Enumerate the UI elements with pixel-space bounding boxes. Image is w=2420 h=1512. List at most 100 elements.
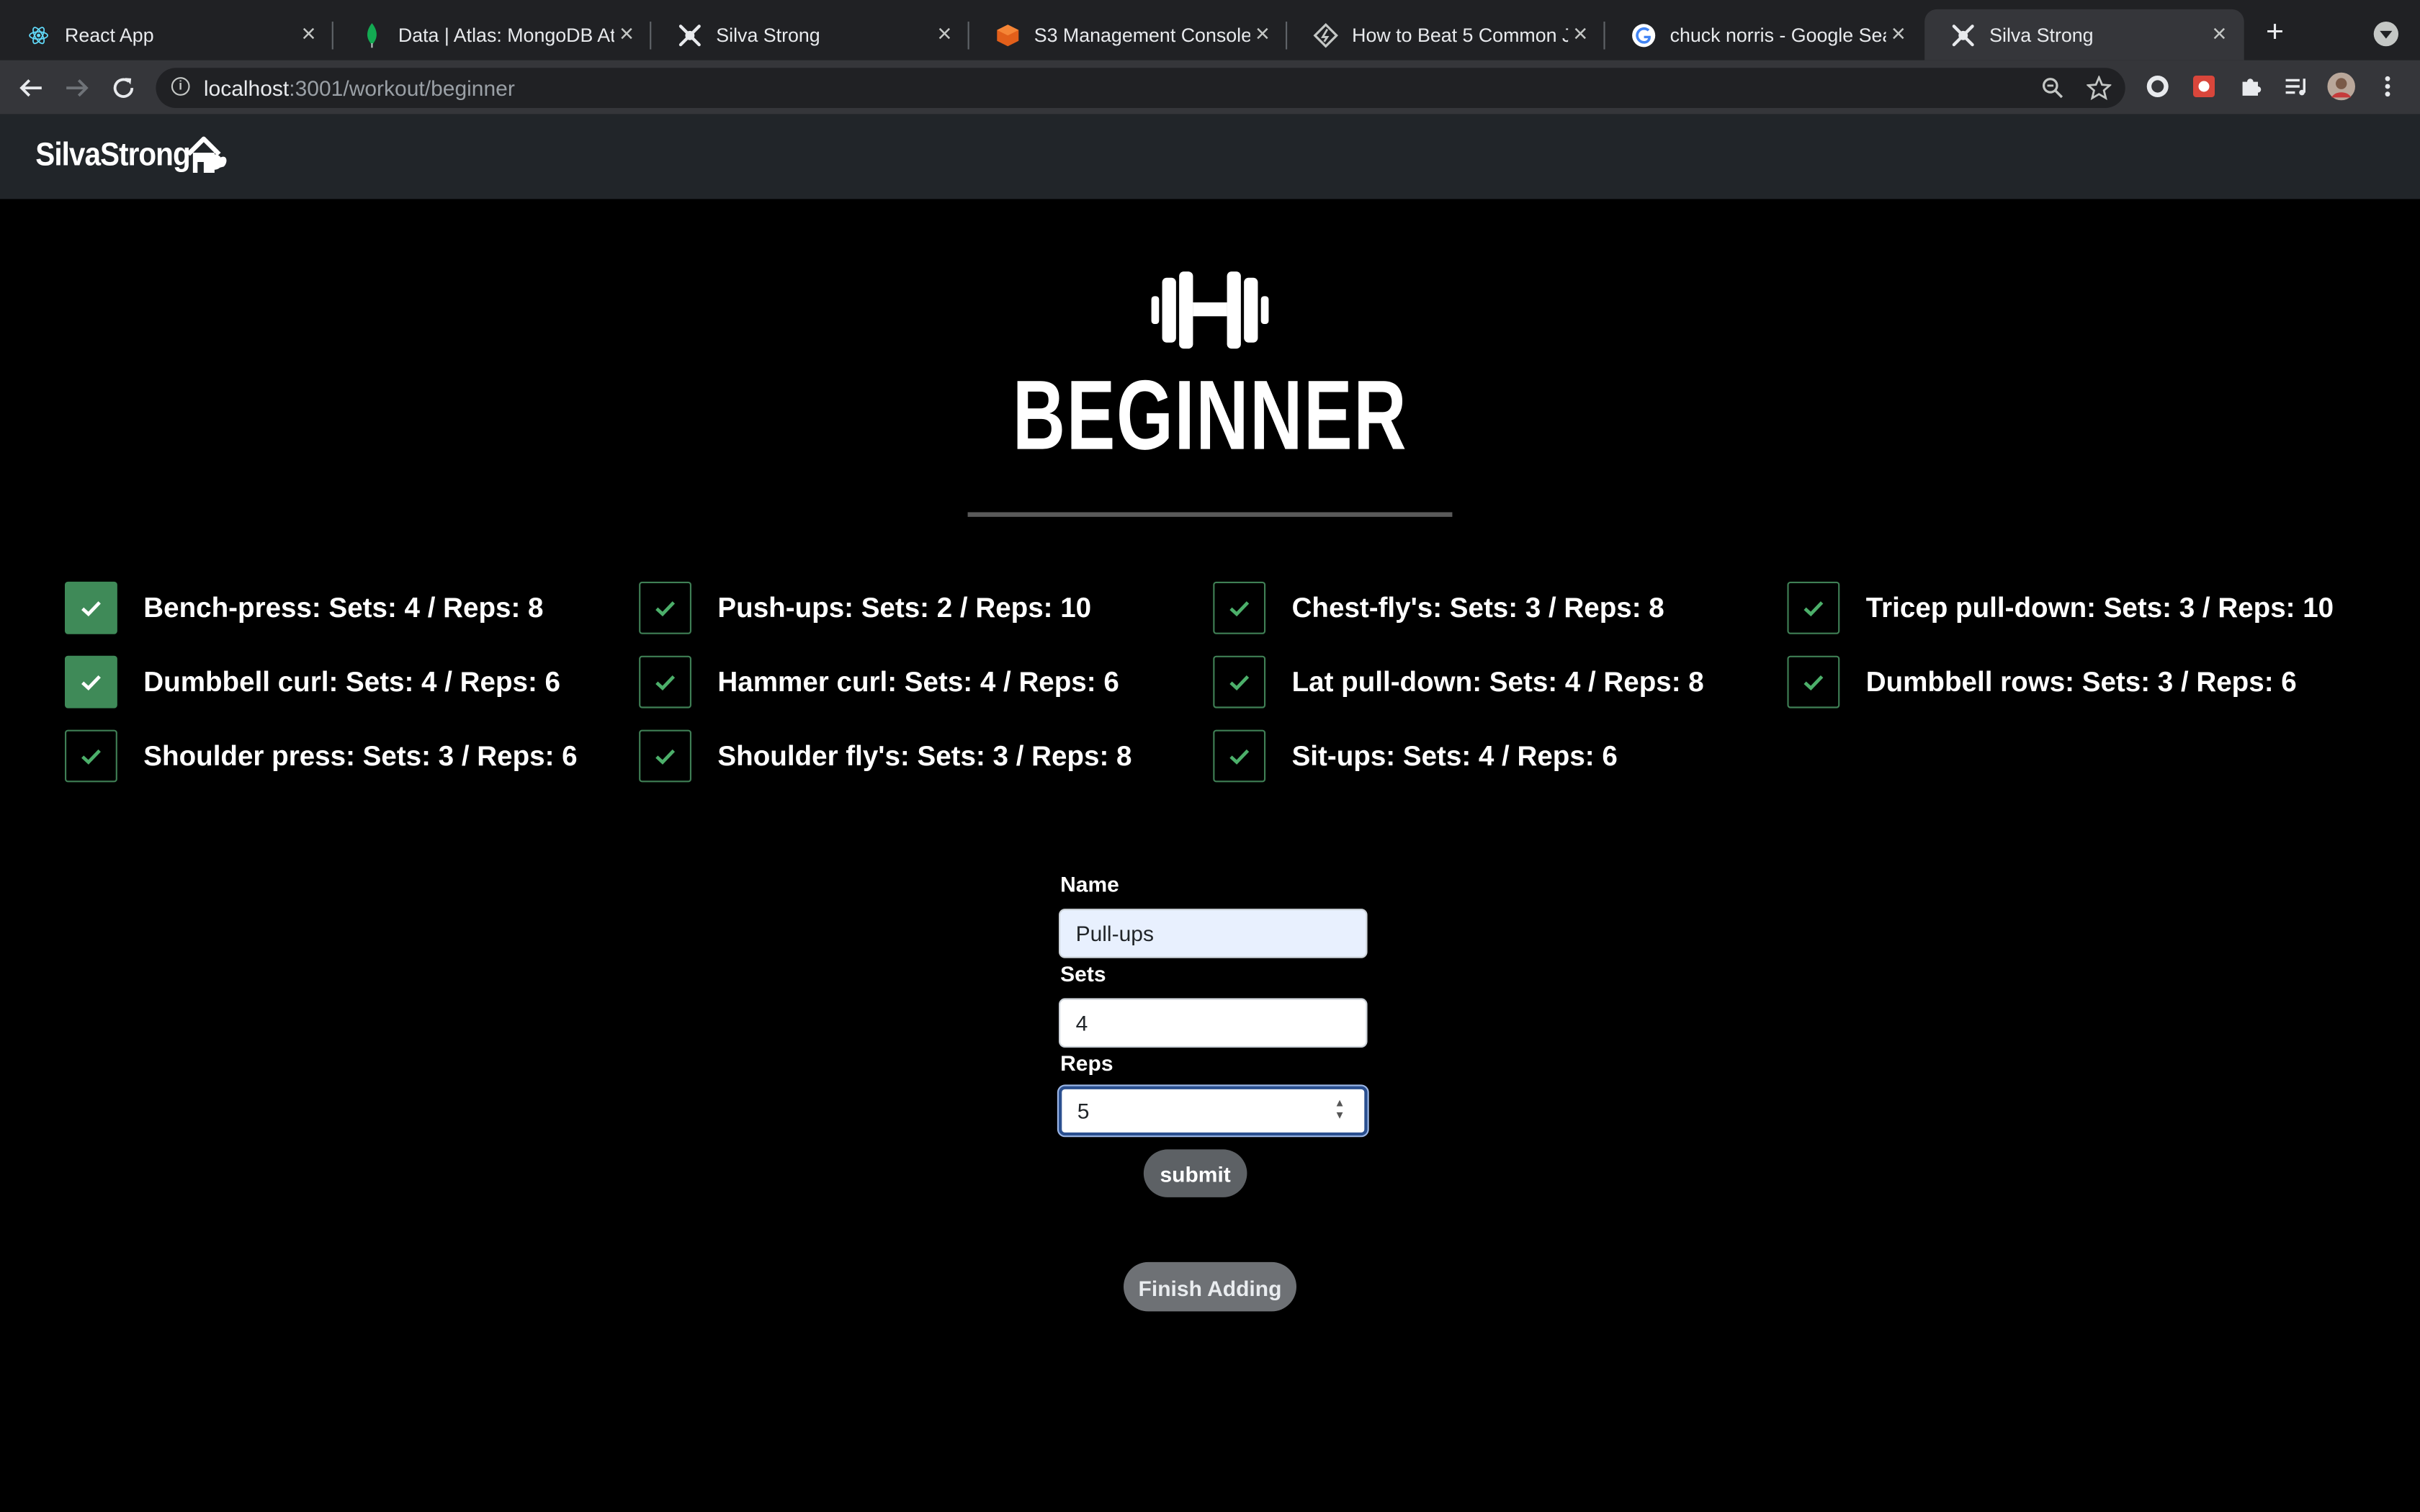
exercise-checkbox[interactable] [1213,729,1266,783]
exercise-item: Tricep pull-down: Sets: 3 / Reps: 10 [1787,580,2334,636]
extension-circle-icon[interactable] [2143,73,2172,101]
browser-tab-active[interactable]: Silva Strong × [1924,9,2244,60]
exercise-label: Shoulder press: Sets: 3 / Reps: 6 [143,739,578,771]
checkmark-icon [1229,601,1250,617]
exercise-item: Push-ups: Sets: 2 / Reps: 10 [639,580,1091,636]
aws-s3-icon [995,22,1020,47]
exercise-checkbox[interactable] [1787,655,1840,708]
tab-search-icon[interactable] [2373,22,2398,47]
exercise-item: Chest-fly's: Sets: 3 / Reps: 8 [1213,580,1664,636]
checkmark-icon [1229,675,1250,691]
page-title: BEGINNER [1012,359,1408,471]
close-icon[interactable]: × [614,22,639,47]
browser-menu-icon[interactable] [2374,73,2402,101]
exercise-checkbox[interactable] [1213,581,1266,634]
zoom-icon[interactable] [2038,73,2069,104]
exercise-item: Bench-press: Sets: 4 / Reps: 8 [65,580,543,636]
profile-avatar[interactable] [2327,72,2355,101]
exercise-label: Push-ups: Sets: 2 / Reps: 10 [717,591,1092,623]
exercise-checkbox[interactable] [639,729,691,783]
close-icon[interactable]: × [2207,22,2231,47]
checkmark-icon [655,675,676,691]
reps-input[interactable] [1059,1086,1368,1136]
tab-title: Data | Atlas: MongoDB Atlas [398,24,614,46]
silva-strong-icon [678,22,702,47]
checkmark-icon [81,675,101,691]
extension-red-icon[interactable] [2190,73,2218,101]
reading-list-icon[interactable] [2282,73,2311,101]
exercise-checkbox[interactable] [65,655,117,708]
close-icon[interactable]: × [296,22,321,47]
back-icon[interactable] [14,71,48,105]
tab-title: S3 Management Console [1034,24,1250,46]
exercise-checkbox[interactable] [639,655,691,708]
tab-title: chuck norris - Google Searc [1670,24,1886,46]
new-tab-button[interactable]: + [2259,17,2290,48]
browser-tab[interactable]: chuck norris - Google Searc × [1605,9,1923,60]
exercise-item: Hammer curl: Sets: 4 / Reps: 6 [639,654,1119,710]
address-bar[interactable]: i localhost:3001/workout/beginner [156,68,2125,108]
close-icon[interactable]: × [1250,22,1275,47]
exercise-label: Chest-fly's: Sets: 3 / Reps: 8 [1291,591,1664,623]
submit-button[interactable]: submit [1143,1149,1247,1197]
home-strength-icon[interactable] [184,132,230,179]
article-site-icon [1313,22,1338,48]
tab-title: Silva Strong [1989,24,2094,46]
checkmark-icon [1229,749,1250,765]
checkmark-icon [1803,675,1824,691]
close-icon[interactable]: × [1886,22,1911,47]
puzzle-extensions-icon[interactable] [2236,73,2264,101]
brand-logo-link[interactable]: SilvaStrong [35,138,190,174]
exercise-item: Lat pull-down: Sets: 4 / Reps: 8 [1213,654,1704,710]
close-icon[interactable]: × [1568,22,1592,47]
app-navbar: SilvaStrong [0,114,2420,199]
sets-input[interactable] [1059,998,1368,1048]
url-path: :3001/workout/beginner [289,76,515,101]
sets-label: Sets [1060,961,1106,986]
checkmark-icon [655,601,676,617]
exercise-item: Shoulder press: Sets: 3 / Reps: 6 [65,728,578,783]
browser-tab[interactable]: Silva Strong × [651,9,969,60]
tab-title: Silva Strong [716,24,820,46]
checkmark-icon [655,749,676,765]
url-host: localhost [203,76,290,101]
exercise-label: Bench-press: Sets: 4 / Reps: 8 [143,591,544,623]
browser-tab[interactable]: S3 Management Console × [969,9,1288,60]
number-spinner-icon[interactable]: ▲ ▼ [1330,1099,1349,1127]
forward-icon[interactable] [60,71,94,105]
bookmark-star-icon[interactable] [2084,73,2115,104]
exercise-label: Dumbbell rows: Sets: 3 / Reps: 6 [1865,665,2297,697]
silva-strong-icon [1951,22,1976,47]
exercise-label: Tricep pull-down: Sets: 3 / Reps: 10 [1865,591,2334,623]
mongodb-leaf-icon [359,22,384,48]
exercise-label: Sit-ups: Sets: 4 / Reps: 6 [1291,739,1618,771]
site-info-icon[interactable]: i [171,77,190,96]
google-icon [1631,22,1656,47]
name-input[interactable] [1059,909,1368,958]
exercise-checkbox[interactable] [1787,581,1840,634]
browser-tab-strip: React App × Data | Atlas: MongoDB Atlas … [0,0,2420,60]
browser-tab[interactable]: How to Beat 5 Common Jav × [1287,9,1605,60]
reload-icon[interactable] [107,71,140,105]
checkmark-icon [1803,601,1824,617]
exercise-label: Lat pull-down: Sets: 4 / Reps: 8 [1291,665,1704,697]
exercise-label: Hammer curl: Sets: 4 / Reps: 6 [717,665,1119,697]
checkmark-icon [81,749,101,765]
name-label: Name [1060,871,1119,896]
exercise-checkbox[interactable] [1213,655,1266,708]
close-icon[interactable]: × [932,22,956,47]
browser-tab[interactable]: Data | Atlas: MongoDB Atlas × [333,9,652,60]
exercise-item: Dumbbell rows: Sets: 3 / Reps: 6 [1787,654,2297,710]
tab-title: React App [65,24,154,46]
reps-label: Reps [1060,1050,1113,1076]
exercise-checkbox[interactable] [65,729,117,783]
exercise-label: Shoulder fly's: Sets: 3 / Reps: 8 [717,739,1132,771]
finish-adding-button[interactable]: Finish Adding [1124,1261,1296,1312]
checkmark-icon [81,601,101,617]
tab-title: How to Beat 5 Common Jav [1352,24,1568,46]
exercise-checkbox[interactable] [639,581,691,634]
browser-tab[interactable]: React App × [0,9,333,60]
title-divider [967,512,1453,517]
exercise-checkbox[interactable] [65,581,117,634]
exercise-label: Dumbbell curl: Sets: 4 / Reps: 6 [143,665,560,697]
